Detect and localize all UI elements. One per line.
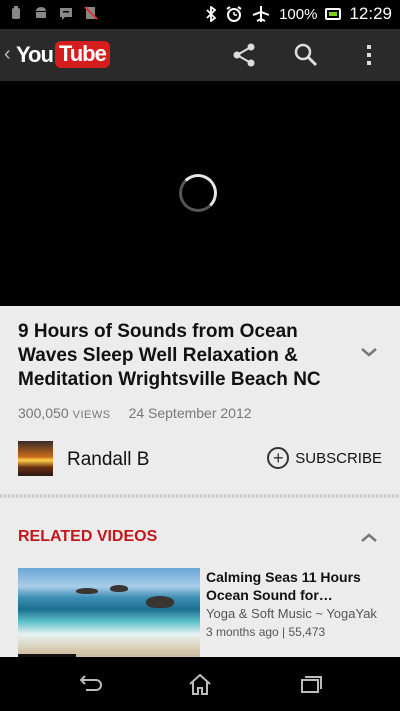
search-icon[interactable] [293,42,319,68]
logo-you-text: You [16,41,54,67]
overflow-menu-icon[interactable] [356,42,382,68]
usb-debug-icon [12,6,20,19]
home-icon[interactable] [186,672,214,696]
loading-spinner-icon [179,174,217,212]
expand-chevron-icon[interactable] [360,346,378,358]
add-circle-icon: + [267,447,290,469]
youtube-logo[interactable]: You Tube [16,41,110,68]
android-icon [36,7,46,18]
back-icon[interactable] [76,672,104,696]
related-video-title: Calming Seas 11 Hours Ocean Sound for… [206,569,361,603]
thumbnail-rock [110,585,128,592]
video-player[interactable] [0,81,400,306]
message-icon [60,8,72,20]
share-icon[interactable] [231,42,257,68]
system-icons: 100% 12:29 [205,4,392,24]
channel-row[interactable]: Randall B + SUBSCRIBE [18,441,382,477]
notification-icons [8,5,99,21]
view-count: 300,050 VIEWS [18,405,111,421]
channel-name[interactable]: Randall B [67,449,149,471]
airplane-icon [252,6,270,22]
video-thumbnail[interactable] [18,568,200,657]
thumbnail-rock [146,596,174,608]
video-meta: 300,050 VIEWS 24 September 2012 [18,405,252,421]
logo-tube-text: Tube [54,41,110,68]
recent-apps-icon[interactable] [296,672,324,696]
bluetooth-icon [206,6,217,22]
subscribe-label: SUBSCRIBE [295,449,382,467]
navigation-bar [0,657,400,711]
section-divider [0,494,400,498]
channel-avatar[interactable] [18,441,53,476]
views-label: VIEWS [72,409,111,421]
battery-percent: 100% [279,5,318,23]
no-sim-icon [84,6,98,20]
related-video-meta: 3 months ago | 55,473 [206,625,326,639]
status-bar: 100% 12:29 [0,0,400,29]
app-bar: ‹ You Tube [0,29,400,81]
related-video-item[interactable]: Calming Seas 11 Hours Ocean Sound for… Y… [18,568,382,657]
related-videos-header: RELATED VIDEOS [18,528,158,545]
alarm-icon [226,6,242,22]
views-number: 300,050 [18,405,69,421]
clock: 12:29 [349,4,392,23]
battery-icon [325,8,342,20]
related-video-channel: Yoga & Soft Music ~ YogaYak [206,606,377,621]
video-details: 9 Hours of Sounds from Ocean Waves Sleep… [0,306,400,657]
up-chevron-icon[interactable]: ‹ [4,43,11,66]
thumbnail-rock [76,588,98,594]
video-title: 9 Hours of Sounds from Ocean Waves Sleep… [18,321,321,390]
related-video-text: Calming Seas 11 Hours Ocean Sound for… Y… [206,568,382,639]
upload-date: 24 September 2012 [128,405,252,421]
subscribe-button[interactable]: + SUBSCRIBE [267,447,382,469]
collapse-chevron-icon[interactable] [360,532,378,544]
